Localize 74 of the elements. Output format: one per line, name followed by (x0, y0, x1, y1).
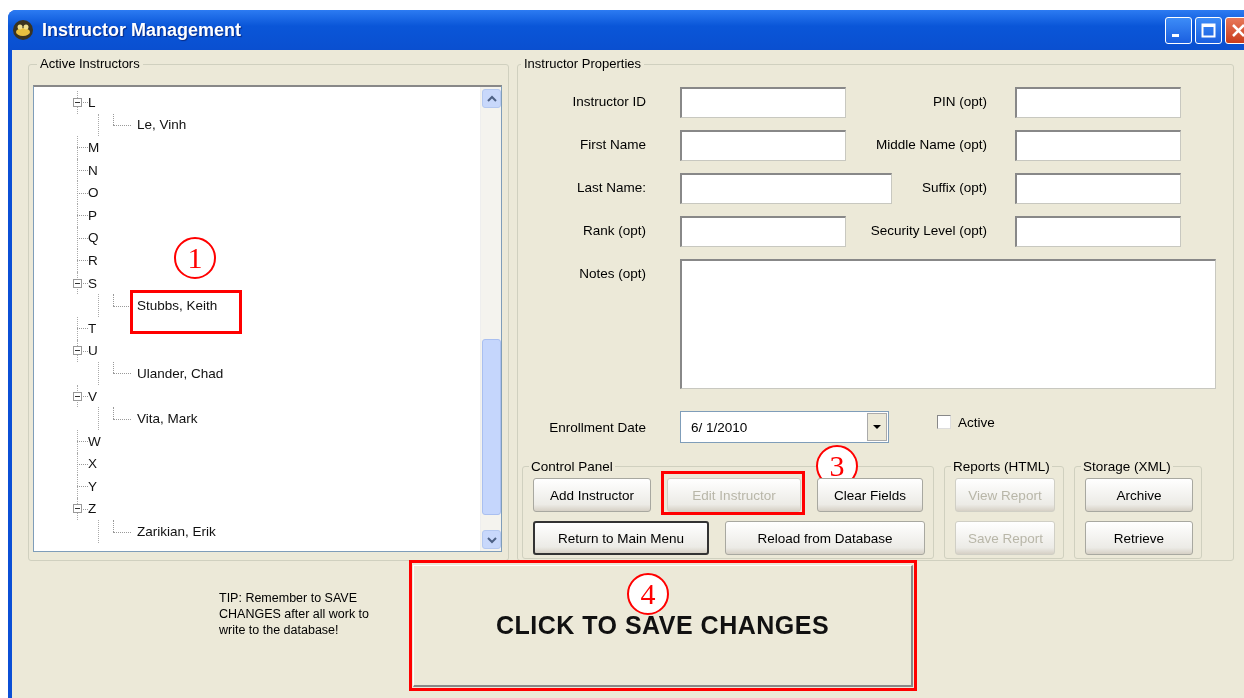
input-field[interactable] (1015, 216, 1181, 247)
maximize-button[interactable] (1195, 16, 1222, 44)
collapse-icon[interactable] (73, 391, 82, 401)
tree-item[interactable]: S (88, 275, 97, 291)
button[interactable]: Reload from Database (725, 521, 925, 555)
scrollbar-thumb[interactable] (482, 339, 501, 515)
scroll-down-button[interactable] (482, 530, 501, 549)
input-field[interactable] (680, 130, 846, 161)
collapse-icon[interactable] (73, 278, 82, 288)
tree-item[interactable]: U (88, 343, 98, 359)
button[interactable]: Archive (1085, 478, 1193, 512)
field-label: First Name (579, 136, 646, 152)
tree-item[interactable]: M (88, 140, 100, 155)
tree-item[interactable]: Z (88, 501, 97, 517)
tree-item[interactable]: R (88, 252, 98, 268)
collapse-icon[interactable] (73, 97, 82, 107)
input-field[interactable] (1015, 130, 1181, 161)
tree-item[interactable]: Stubbs, Keith (137, 298, 218, 314)
group-title: Storage (XML) (1082, 459, 1172, 474)
collapse-icon[interactable] (73, 346, 82, 356)
minimize-icon (1172, 33, 1179, 37)
tree-item[interactable]: Vita, Mark (137, 411, 198, 427)
input-field[interactable] (680, 173, 892, 204)
field-label: Last Name: (575, 179, 646, 195)
group-title: Reports (HTML) (952, 459, 1051, 474)
button[interactable]: Clear Fields (817, 478, 923, 512)
scroll-up-button[interactable] (482, 89, 501, 108)
date-value: 6/ 1/2010 (691, 419, 748, 435)
tree-item[interactable]: Ulander, Chad (137, 365, 224, 381)
tree-item[interactable]: N (88, 162, 98, 178)
field-label: Suffix (opt) (920, 179, 987, 195)
button[interactable]: Retrieve (1085, 521, 1193, 555)
annotation-number: 1 (174, 237, 216, 280)
maximize-icon (1201, 22, 1216, 38)
button[interactable]: Return to Main Menu (533, 521, 709, 555)
window-title: Instructor Management (42, 19, 243, 41)
tree-item[interactable]: L (88, 94, 96, 110)
collapse-icon[interactable] (73, 504, 82, 514)
tree-item[interactable]: Y (88, 478, 97, 494)
field-label: Notes (opt) (578, 265, 646, 281)
tip-text: TIP: Remember to SAVE CHANGES after all work to write to the database! (219, 589, 371, 639)
input-field[interactable] (1015, 173, 1181, 204)
group-title: Active Instructors (37, 56, 143, 71)
checkbox-label: Active (958, 414, 995, 430)
field-label: PIN (opt) (932, 93, 987, 109)
field-label: Security Level (opt) (869, 222, 987, 238)
button[interactable]: Add Instructor (533, 478, 651, 512)
input-field[interactable] (680, 87, 846, 118)
app-icon (12, 19, 34, 41)
group-title: Instructor Properties (521, 56, 645, 71)
tree-item[interactable]: W (88, 433, 101, 449)
group-title: Control Panel (530, 459, 614, 474)
date-dropdown[interactable]: 6/ 1/2010 (680, 411, 889, 443)
tree-item[interactable]: T (88, 320, 97, 336)
checkbox[interactable] (937, 414, 951, 429)
close-button[interactable] (1225, 16, 1244, 44)
input-field[interactable] (680, 216, 846, 247)
tree-item[interactable]: Zarikian, Erik (137, 524, 216, 540)
field-label: Instructor ID (571, 93, 646, 109)
chevron-down-icon (485, 534, 498, 545)
tree-item[interactable]: Le, Vinh (137, 117, 187, 133)
tree-item[interactable]: X (88, 456, 97, 472)
tree-item[interactable]: P (88, 207, 97, 223)
chevron-up-icon (485, 93, 498, 104)
tree-item[interactable]: Q (88, 230, 99, 246)
tree-item[interactable]: O (88, 185, 99, 201)
tree-item[interactable]: V (88, 388, 97, 404)
field-label: Middle Name (opt) (874, 136, 987, 152)
input-field[interactable] (1015, 87, 1181, 118)
field-label: Rank (opt) (581, 222, 646, 238)
minimize-button[interactable] (1165, 16, 1192, 44)
close-icon (1231, 22, 1244, 38)
caret-icon (872, 424, 882, 430)
field-label: Enrollment Date (548, 419, 646, 435)
